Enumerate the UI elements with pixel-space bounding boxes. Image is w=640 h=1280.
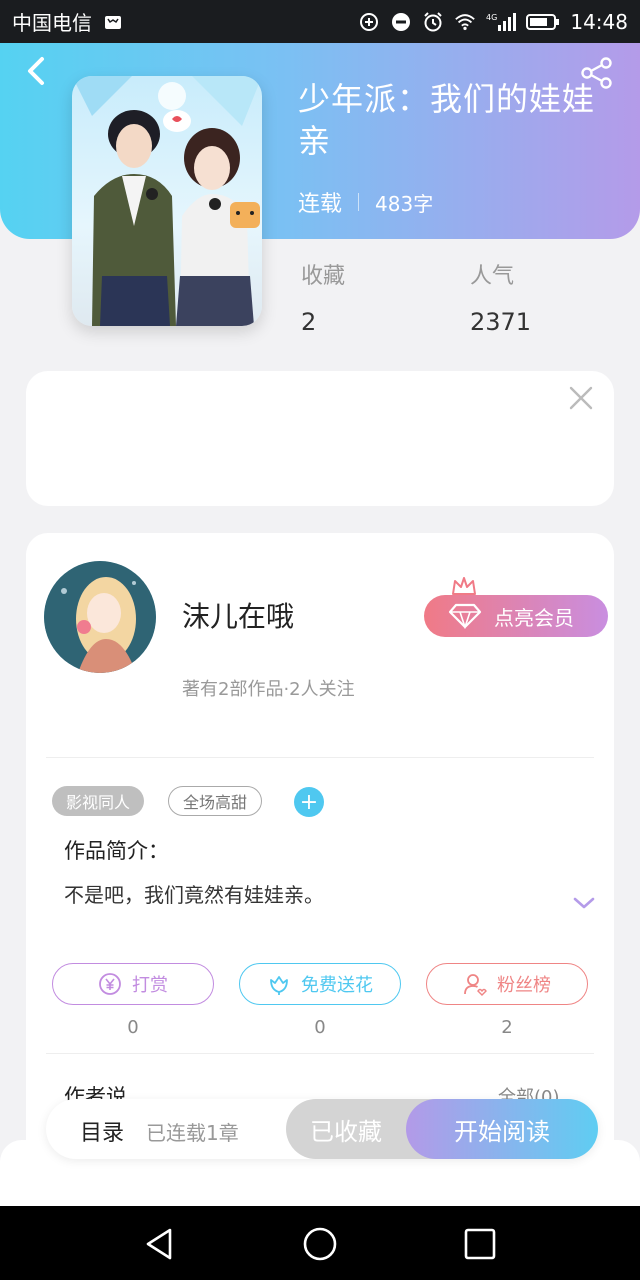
plus-icon: + — [299, 789, 319, 815]
avatar-illustration — [44, 561, 156, 673]
favorites-value: 2 — [301, 308, 317, 336]
nav-recents-icon[interactable] — [462, 1226, 498, 1262]
cat-notification-icon — [102, 11, 124, 33]
expand-intro-button[interactable] — [572, 895, 596, 911]
crown-icon — [450, 575, 478, 597]
chevron-left-icon — [28, 57, 44, 85]
system-nav-bar — [0, 1206, 640, 1280]
fan-rank-button[interactable]: 粉丝榜 — [426, 963, 588, 1005]
cover-illustration — [72, 76, 262, 326]
send-flower-label: 免费送花 — [301, 975, 373, 996]
intro-text: 不是吧，我们竟然有娃娃亲。 — [64, 883, 324, 907]
close-icon — [569, 386, 593, 410]
fan-rank-label: 粉丝榜 — [497, 975, 551, 996]
banner-card[interactable] — [26, 371, 614, 506]
status-bar: 中国电信 4G 14:48 — [0, 0, 640, 43]
popularity-stat: 人气 2371 — [470, 258, 531, 336]
alarm-icon — [422, 11, 444, 33]
reward-count: 0 — [127, 1017, 139, 1038]
close-banner-button[interactable] — [568, 385, 594, 411]
favorites-label: 收藏 — [301, 264, 346, 289]
data-saver-icon — [358, 11, 380, 33]
author-avatar[interactable] — [44, 561, 156, 673]
author-name[interactable]: 沫儿在哦 — [182, 595, 294, 635]
chevron-down-icon — [573, 897, 595, 909]
collected-label: 已收藏 — [310, 1117, 382, 1146]
popularity-value: 2371 — [470, 308, 532, 336]
book-meta: 连载 483字 — [298, 186, 433, 218]
reward-button[interactable]: 打赏 — [52, 963, 214, 1005]
add-tag-button[interactable]: + — [294, 787, 324, 817]
flower-icon — [270, 976, 288, 995]
do-not-disturb-icon — [390, 11, 412, 33]
intro-title: 作品简介： — [64, 839, 169, 863]
meta-divider — [358, 193, 360, 211]
popularity-label: 人气 — [470, 264, 515, 289]
book-info-card: 沫儿在哦 点亮会员 著有2部作品·2人关注 影视同人 全场高甜 + 作品简介： … — [26, 533, 614, 1193]
start-reading-label: 开始阅读 — [454, 1117, 550, 1146]
carrier-label: 中国电信 — [12, 11, 92, 35]
serial-status: 连载 — [298, 192, 343, 217]
nav-home-icon[interactable] — [302, 1226, 338, 1262]
send-flower-button[interactable]: 免费送花 — [239, 963, 401, 1005]
book-title: 少年派：我们的娃娃亲 — [298, 80, 596, 160]
divider — [46, 757, 594, 758]
svg-text:4G: 4G — [486, 13, 497, 22]
status-time: 14:48 — [570, 9, 628, 34]
favorites-stat: 收藏 2 — [301, 258, 345, 336]
vip-button-label: 点亮会员 — [494, 605, 574, 630]
word-count: 483字 — [375, 191, 434, 216]
nav-back-icon[interactable] — [142, 1226, 178, 1262]
toc-button[interactable]: 目录 — [80, 1115, 124, 1147]
vip-button[interactable]: 点亮会员 — [424, 595, 608, 637]
tag-sweet[interactable]: 全场高甜 — [168, 786, 263, 816]
yen-icon — [99, 973, 121, 995]
start-reading-button[interactable]: 开始阅读 — [406, 1099, 598, 1159]
divider — [46, 1053, 594, 1054]
back-button[interactable] — [22, 56, 52, 86]
bottom-action-bar: 目录 已连载1章 已收藏 开始阅读 — [46, 1099, 598, 1159]
author-info: 著有2部作品·2人关注 — [182, 679, 355, 700]
wifi-icon — [454, 11, 476, 33]
tag-film-fanfic[interactable]: 影视同人 — [52, 786, 145, 816]
reward-label: 打赏 — [132, 975, 168, 996]
chapter-count: 已连载1章 — [146, 1121, 239, 1145]
book-cover[interactable] — [72, 76, 262, 326]
diamond-icon — [448, 603, 482, 630]
flower-count: 0 — [314, 1017, 326, 1038]
signal-icon: 4G — [486, 11, 517, 33]
fan-rank-count: 2 — [501, 1017, 513, 1038]
fan-user-icon — [464, 974, 487, 996]
battery-icon — [526, 11, 560, 33]
